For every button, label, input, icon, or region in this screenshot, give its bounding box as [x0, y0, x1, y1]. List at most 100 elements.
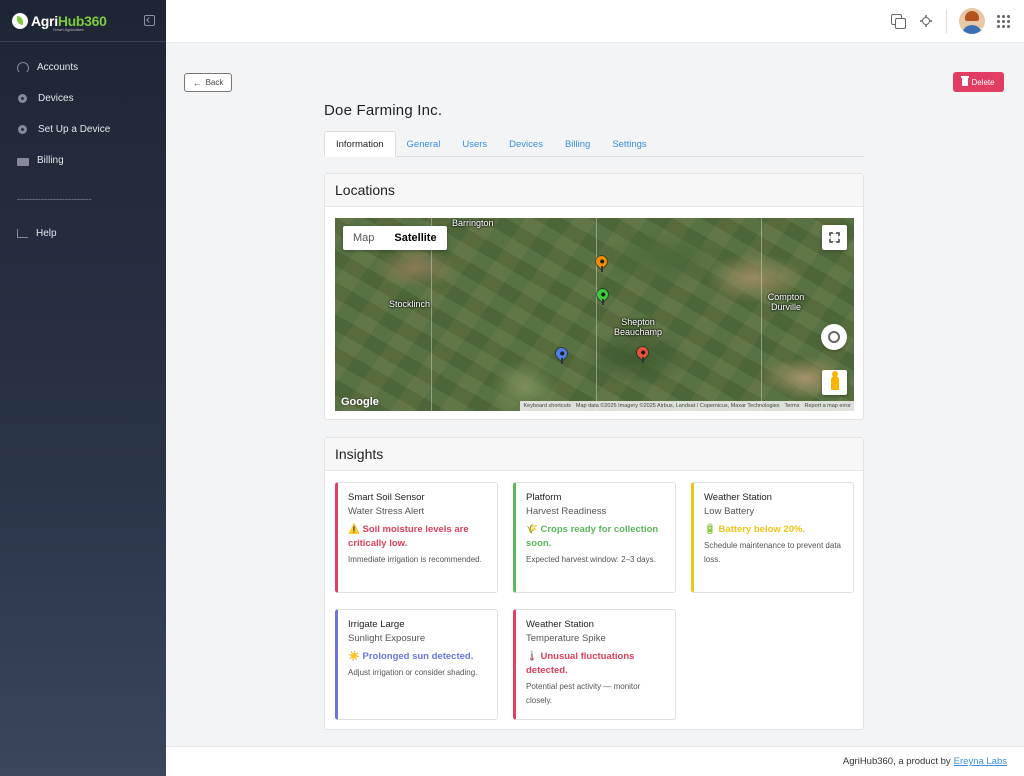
map-road [761, 218, 762, 411]
arrow-left-icon: ← [192, 77, 202, 88]
thermometer-icon: 🌡️ [526, 651, 538, 662]
warning-icon: ⚠️ [348, 524, 360, 535]
keyboard-shortcuts-link[interactable]: Keyboard shortcuts [523, 403, 570, 409]
credit-card-icon [17, 157, 29, 166]
street-view-button[interactable] [822, 370, 847, 395]
locations-card: Locations Barrington Stocklinch Shepton … [324, 173, 864, 420]
footer-text: AgriHub360, a product by [842, 756, 951, 767]
sidebar-item-label: Accounts [37, 62, 79, 73]
tab-users[interactable]: Users [451, 131, 498, 157]
back-button[interactable]: ← Back [184, 73, 232, 92]
tab-bar: Information General Users Devices Billin… [324, 131, 864, 157]
camera-control-button[interactable] [821, 324, 847, 350]
sidebar-nav: Accounts Devices Set Up a Device Billing… [0, 42, 166, 249]
map-type-map-button[interactable]: Map [343, 226, 384, 250]
insight-card[interactable]: Weather Station Temperature Spike 🌡️ Unu… [513, 609, 676, 720]
theme-toggle-icon[interactable] [918, 13, 934, 29]
insight-note: Schedule maintenance to prevent data los… [704, 541, 841, 564]
translate-icon[interactable] [890, 13, 906, 29]
map-view[interactable]: Barrington Stocklinch Shepton Beauchamp … [335, 218, 854, 411]
insight-card[interactable]: Weather Station Low Battery 🔋 Battery be… [691, 482, 854, 593]
place-label: Shepton Beauchamp [613, 317, 663, 337]
insight-title: Weather Station [526, 619, 594, 630]
insight-note: Potential pest activity — monitor closel… [526, 682, 641, 705]
sidebar-item-label: Devices [38, 93, 74, 104]
collapse-sidebar-icon[interactable] [144, 15, 155, 26]
gear-icon [18, 94, 27, 103]
insights-card: Insights Smart Soil Sensor Water Stress … [324, 437, 864, 730]
insight-title: Smart Soil Sensor [348, 492, 425, 503]
dashboard-icon [17, 61, 29, 74]
insight-card[interactable]: Smart Soil Sensor Water Stress Alert ⚠️ … [335, 482, 498, 593]
insight-message: ⚠️ Soil moisture levels are critically l… [348, 524, 469, 549]
sidebar-divider: ------------------------- [17, 194, 92, 204]
insight-title: Platform [526, 492, 562, 503]
map-attribution: Keyboard shortcuts Map data ©2025 Imager… [520, 401, 854, 411]
app-logo[interactable]: AgriHub360 Smart Agriculture [0, 0, 166, 42]
insights-heading: Insights [325, 438, 863, 471]
avatar[interactable] [959, 8, 985, 34]
map-type-toggle: Map Satellite [343, 226, 447, 250]
insight-message: 🌾 Crops ready for collection soon. [526, 524, 659, 549]
main-content: ← Back Delete Doe Farming Inc. Informati… [166, 43, 1024, 746]
sidebar-item-billing[interactable]: Billing [0, 145, 166, 176]
google-logo: Google [341, 396, 379, 408]
sidebar-item-set-up-device[interactable]: Set Up a Device [0, 114, 166, 145]
sidebar-item-label: Help [36, 228, 57, 239]
map-road [596, 218, 597, 411]
sidebar: AgriHub360 Smart Agriculture Accounts De… [0, 0, 166, 776]
logo-tagline: Smart Agriculture [53, 27, 84, 32]
fullscreen-button[interactable] [822, 225, 847, 250]
insight-card[interactable]: Irrigate Large Sunlight Exposure ☀️ Prol… [335, 609, 498, 720]
wheat-icon: 🌾 [526, 524, 538, 535]
insight-subtitle: Temperature Spike [526, 633, 606, 644]
top-bar [166, 0, 1024, 43]
map-type-satellite-button[interactable]: Satellite [384, 226, 446, 250]
delete-button[interactable]: Delete [953, 72, 1004, 92]
battery-icon: 🔋 [704, 524, 716, 535]
insight-subtitle: Sunlight Exposure [348, 633, 426, 644]
place-label: Stocklinch [389, 299, 431, 309]
page-title: Doe Farming Inc. [324, 102, 443, 119]
gear-icon [18, 125, 27, 134]
insight-message: 🌡️ Unusual fluctuations detected. [526, 651, 635, 676]
terms-link[interactable]: Terms [785, 403, 800, 409]
insight-subtitle: Low Battery [704, 506, 755, 517]
insight-title: Irrigate Large [348, 619, 405, 630]
chart-icon [17, 229, 28, 238]
footer-link[interactable]: Ereyna Labs [954, 756, 1007, 767]
insight-title: Weather Station [704, 492, 772, 503]
insight-note: Expected harvest window: 2–3 days. [526, 555, 656, 564]
tab-settings[interactable]: Settings [601, 131, 657, 157]
fullscreen-icon [829, 232, 840, 243]
locations-heading: Locations [325, 174, 863, 207]
sidebar-item-accounts[interactable]: Accounts [0, 52, 166, 83]
camera-control-icon [828, 331, 840, 343]
place-label: Compton Durville [767, 292, 805, 312]
insight-subtitle: Water Stress Alert [348, 506, 425, 517]
online-status-indicator [979, 28, 985, 34]
sidebar-item-label: Billing [37, 155, 64, 166]
insight-subtitle: Harvest Readiness [526, 506, 607, 517]
apps-grid-icon[interactable] [997, 14, 1010, 28]
tab-information[interactable]: Information [324, 131, 396, 157]
tab-billing[interactable]: Billing [554, 131, 601, 157]
report-map-error-link[interactable]: Report a map error [805, 403, 851, 409]
tab-devices[interactable]: Devices [498, 131, 554, 157]
pegman-icon [830, 370, 839, 390]
insight-card[interactable]: Platform Harvest Readiness 🌾 Crops ready… [513, 482, 676, 593]
insight-message: ☀️ Prolonged sun detected. [348, 651, 474, 662]
sun-icon: ☀️ [348, 651, 360, 662]
place-label: Barrington [452, 218, 494, 228]
insight-message: 🔋 Battery below 20%. [704, 524, 806, 535]
insight-note: Immediate irrigation is recommended. [348, 555, 482, 564]
toolbar-divider [946, 9, 947, 33]
sidebar-item-help[interactable]: Help [0, 218, 166, 249]
tab-general[interactable]: General [396, 131, 452, 157]
leaf-logo-icon [12, 12, 28, 29]
map-data-credit: Map data ©2025 Imagery ©2025 Airbus, Lan… [575, 403, 780, 409]
footer: AgriHub360, a product by Ereyna Labs [166, 746, 1024, 776]
insight-note: Adjust irrigation or consider shading. [348, 668, 478, 677]
trash-icon [961, 76, 970, 86]
sidebar-item-devices[interactable]: Devices [0, 83, 166, 114]
